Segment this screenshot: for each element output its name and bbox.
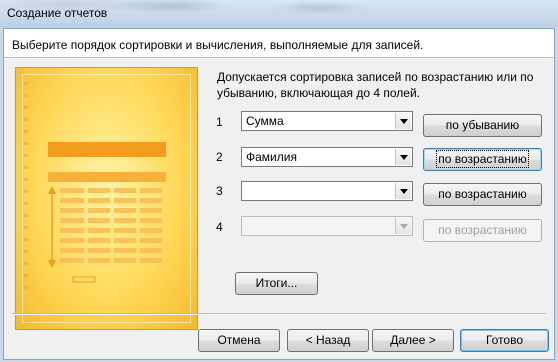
finish-button[interactable]: Готово [460, 329, 549, 352]
sort-field-2-value: Фамилия [246, 150, 297, 164]
footer-separator [12, 313, 546, 315]
header-separator [4, 57, 554, 59]
sort-field-1-value: Сумма [246, 114, 284, 128]
back-button[interactable]: < Назад [287, 329, 369, 352]
sort-order-3-button[interactable]: по возрастанию [423, 183, 542, 206]
report-layout-graphic [24, 82, 166, 289]
sort-field-4-combo [241, 216, 413, 236]
instruction-text: Выберите порядок сортировки и вычисления… [12, 38, 424, 52]
next-button[interactable]: Далее > [372, 329, 454, 352]
report-preview-illustration [15, 67, 198, 330]
sort-row-3-number: 3 [216, 184, 223, 198]
chevron-down-icon[interactable] [395, 149, 411, 165]
sort-row-2-number: 2 [216, 150, 223, 164]
sort-row-1-number: 1 [216, 115, 223, 129]
chevron-down-icon [395, 218, 411, 234]
chevron-down-icon[interactable] [395, 183, 411, 199]
sort-field-2-combo[interactable]: Фамилия [241, 147, 413, 167]
sort-order-2-button[interactable]: по возрастанию [423, 148, 542, 171]
sort-row-4-number: 4 [216, 220, 223, 234]
cancel-button[interactable]: Отмена [198, 329, 280, 352]
summary-options-button[interactable]: Итоги... [235, 272, 318, 295]
instruction-band: Выберите порядок сортировки и вычисления… [4, 29, 554, 57]
chevron-down-icon[interactable] [395, 113, 411, 129]
sort-order-1-button[interactable]: по убыванию [423, 114, 542, 137]
title-bar: Создание отчетов [0, 0, 558, 28]
sort-field-3-combo[interactable] [241, 181, 413, 201]
sort-order-4-button: по возрастанию [423, 219, 542, 242]
sort-field-1-combo[interactable]: Сумма [241, 111, 413, 131]
sort-description: Допускается сортировка записей по возрас… [217, 70, 534, 100]
dialog-body: Выберите порядок сортировки и вычисления… [3, 28, 555, 360]
window-title: Создание отчетов [7, 6, 108, 20]
